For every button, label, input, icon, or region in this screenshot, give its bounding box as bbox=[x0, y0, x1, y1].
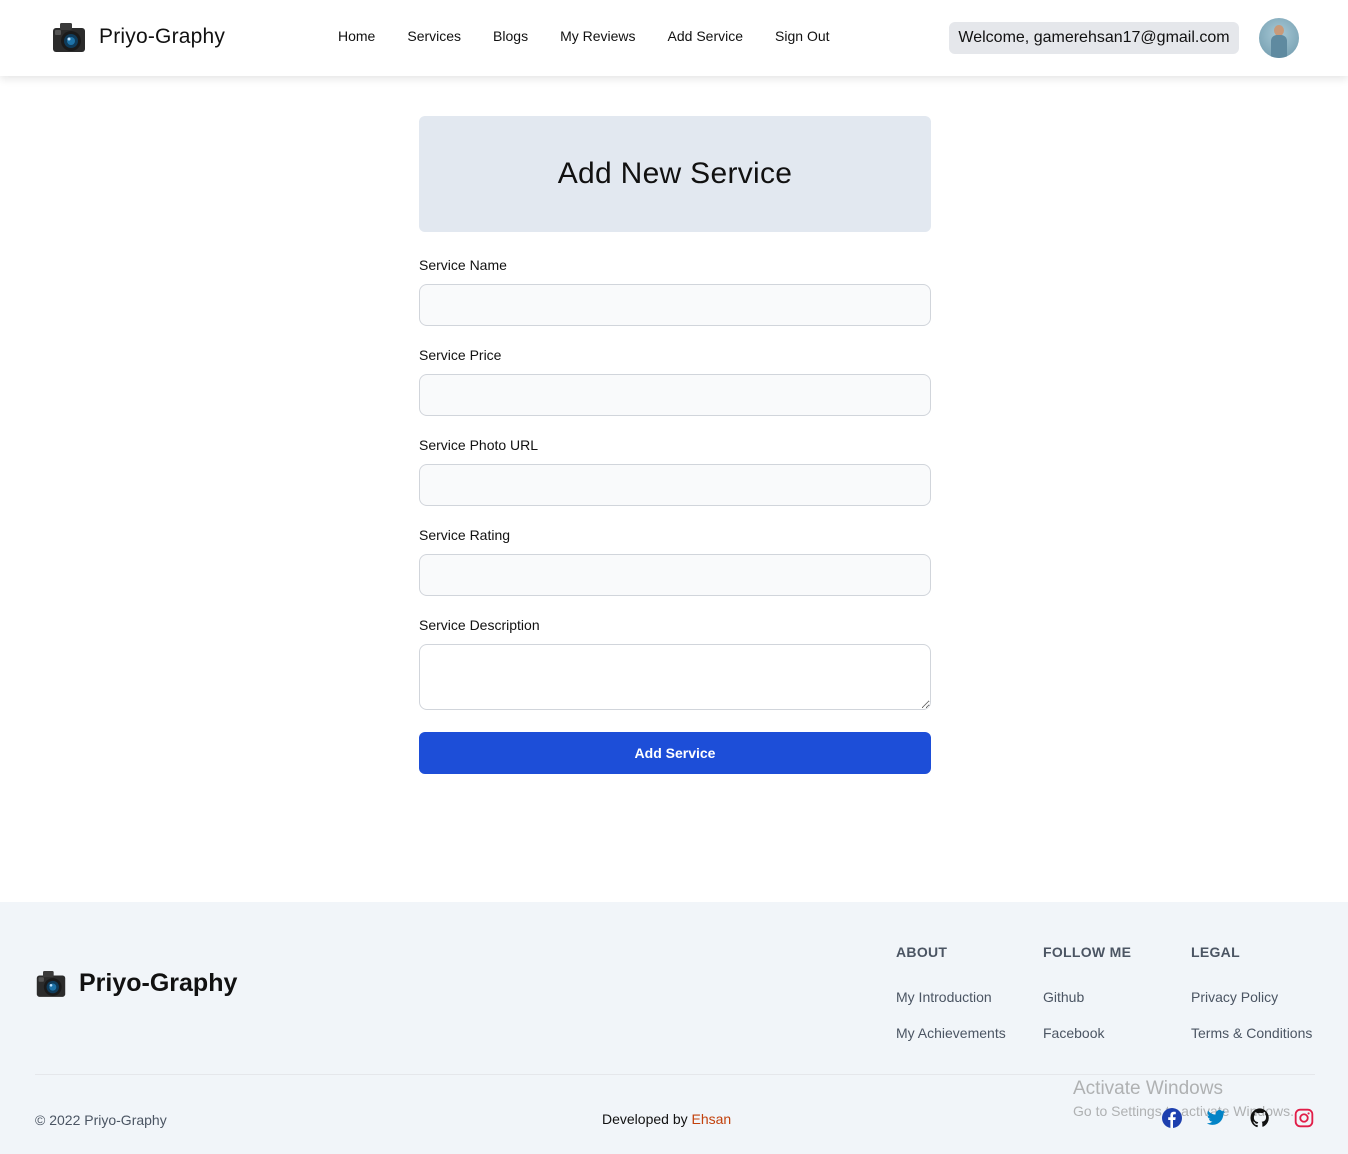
footer-column-about: ABOUT My Introduction My Achievements bbox=[896, 944, 1006, 1041]
nav-link-my-reviews[interactable]: My Reviews bbox=[544, 28, 651, 44]
footer-heading-about: ABOUT bbox=[896, 944, 948, 960]
footer-brand-name: Priyo-Graphy bbox=[79, 969, 238, 997]
brand-name: Priyo-Graphy bbox=[99, 25, 226, 48]
avatar-body bbox=[1271, 35, 1287, 58]
nav-menu: Home Services Blogs My Reviews Add Servi… bbox=[322, 28, 846, 44]
service-description-label: Service Description bbox=[419, 617, 540, 633]
add-service-button[interactable]: Add Service bbox=[419, 732, 931, 774]
nav-link-add-service[interactable]: Add Service bbox=[652, 28, 759, 44]
footer-heading-follow-me: FOLLOW ME bbox=[1043, 944, 1132, 960]
nav-link-services[interactable]: Services bbox=[391, 28, 477, 44]
copyright-text: © 2022 Priyo-Graphy bbox=[35, 1112, 167, 1128]
page-title: Add New Service bbox=[557, 157, 793, 190]
service-rating-label: Service Rating bbox=[419, 527, 511, 543]
service-price-input[interactable] bbox=[419, 374, 931, 416]
nav-link-home[interactable]: Home bbox=[322, 28, 391, 44]
brand-logo-link[interactable]: Priyo-Graphy bbox=[51, 20, 225, 54]
social-links bbox=[1162, 1108, 1314, 1128]
avatar[interactable] bbox=[1259, 18, 1299, 58]
service-photo-url-label: Service Photo URL bbox=[419, 437, 539, 453]
footer-divider bbox=[35, 1074, 1315, 1075]
activate-windows-title: Activate Windows bbox=[1073, 1078, 1223, 1099]
service-name-input[interactable] bbox=[419, 284, 931, 326]
twitter-icon[interactable] bbox=[1206, 1108, 1226, 1128]
nav-link-sign-out[interactable]: Sign Out bbox=[759, 28, 845, 44]
instagram-icon[interactable] bbox=[1294, 1108, 1314, 1128]
navbar: Priyo-Graphy Home Services Blogs My Revi… bbox=[0, 0, 1348, 76]
footer-column-follow-me: FOLLOW ME Github Facebook bbox=[1043, 944, 1132, 1041]
footer-link-github[interactable]: Github bbox=[1043, 989, 1084, 1005]
footer-link-my-introduction[interactable]: My Introduction bbox=[896, 989, 992, 1005]
footer-link-privacy-policy[interactable]: Privacy Policy bbox=[1191, 989, 1278, 1005]
nav-link-blogs[interactable]: Blogs bbox=[477, 28, 544, 44]
footer-link-facebook[interactable]: Facebook bbox=[1043, 1025, 1104, 1041]
facebook-icon[interactable] bbox=[1162, 1108, 1182, 1128]
developer-link[interactable]: Ehsan bbox=[692, 1111, 732, 1127]
camera-icon bbox=[51, 20, 87, 54]
service-name-label: Service Name bbox=[419, 257, 507, 273]
service-photo-url-input[interactable] bbox=[419, 464, 931, 506]
github-icon[interactable] bbox=[1250, 1108, 1270, 1128]
footer-brand[interactable]: Priyo-Graphy bbox=[35, 968, 237, 999]
developer-credit: Developed by Ehsan bbox=[602, 1111, 731, 1127]
service-description-textarea[interactable] bbox=[419, 644, 931, 710]
footer-heading-legal: LEGAL bbox=[1191, 944, 1240, 960]
service-price-label: Service Price bbox=[419, 347, 502, 363]
footer-link-my-achievements[interactable]: My Achievements bbox=[896, 1025, 1006, 1041]
footer-column-legal: LEGAL Privacy Policy Terms & Conditions bbox=[1191, 944, 1312, 1041]
service-rating-input[interactable] bbox=[419, 554, 931, 596]
camera-icon bbox=[35, 968, 67, 999]
footer-link-terms-conditions[interactable]: Terms & Conditions bbox=[1191, 1025, 1312, 1041]
welcome-badge: Welcome, gamerehsan17@gmail.com bbox=[949, 22, 1239, 54]
footer: Priyo-Graphy ABOUT My Introduction My Ac… bbox=[0, 902, 1348, 1154]
developed-by-text: Developed by bbox=[602, 1111, 688, 1127]
form-header: Add New Service bbox=[419, 116, 931, 232]
